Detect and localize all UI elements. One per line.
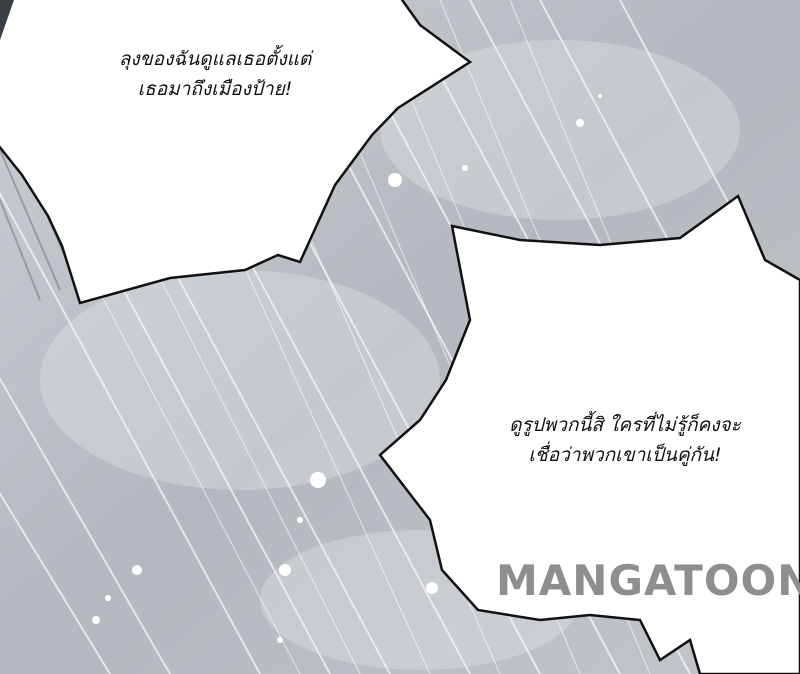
- speech-bubble-right-text: ดูรูปพวกนี้สิ ใครที่ไม่รู้ก็คงจะ เชื่อว่…: [460, 410, 790, 470]
- speech-line: เชื่อว่าพวกเขาเป็นคู่กัน!: [528, 444, 722, 466]
- mangatoon-watermark: MANGATOON: [496, 556, 800, 605]
- speech-line: ลุงของฉันดูแลเธอตั้งแต่: [118, 48, 312, 70]
- speech-line: ดูรูปพวกนี้สิ ใครที่ไม่รู้ก็คงจะ: [509, 414, 741, 436]
- speech-line: เธอมาถึงเมืองป้าย!: [137, 78, 293, 100]
- speech-bubble-top-text: ลุงของฉันดูแลเธอตั้งแต่ เธอมาถึงเมืองป้า…: [70, 44, 360, 104]
